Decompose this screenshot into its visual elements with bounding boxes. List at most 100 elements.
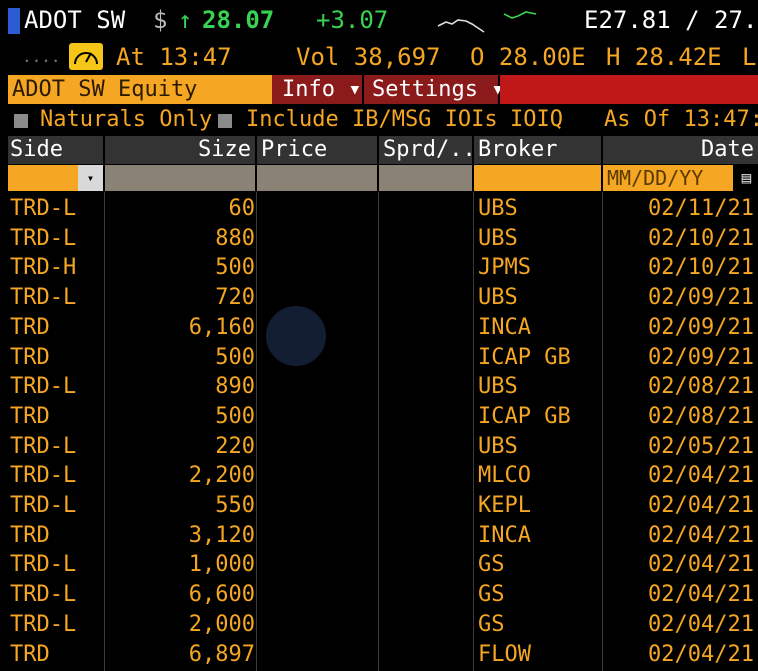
cell-side: TRD-L — [10, 611, 77, 637]
table-row[interactable]: TRD 500 ICAP GB 02/09/21 — [0, 343, 758, 373]
cell-size: 2,000 — [188, 611, 255, 637]
sprd-filter[interactable] — [379, 165, 472, 191]
currency-label: $ — [153, 6, 168, 34]
table-row[interactable]: TRD-L 2,200 MLCO 02/04/21 — [0, 461, 758, 491]
cell-size: 60 — [228, 196, 256, 221]
cell-side: TRD — [10, 344, 50, 370]
table-row[interactable]: TRD 6,160 INCA 02/09/21 — [0, 313, 758, 343]
as-of-label: As Of 13:47: — [604, 107, 758, 132]
cell-broker: GS — [478, 552, 505, 578]
cell-broker: GS — [478, 582, 505, 608]
ticker-bar: ADOT SW $ ↑ 28.07 +3.07 E27.81 / 27.99 — [0, 0, 758, 40]
table-row[interactable]: TRD-L 720 UBS 02/09/21 — [0, 283, 758, 313]
cell-broker: ICAP GB — [478, 403, 571, 429]
cell-date: 02/04/21 — [648, 641, 754, 667]
last-price: 28.07 — [202, 6, 275, 34]
size-filter[interactable] — [105, 165, 255, 191]
price-change: +3.07 — [316, 6, 389, 34]
gauge-icon[interactable] — [69, 43, 103, 70]
table-row[interactable]: TRD-H 500 JPMS 02/10/21 — [0, 253, 758, 283]
col-date[interactable]: Date — [603, 136, 758, 164]
cell-date: 02/09/21 — [648, 314, 754, 340]
cell-size: 890 — [215, 374, 255, 400]
cell-broker: UBS — [478, 196, 518, 221]
ticker-block-icon — [8, 8, 20, 34]
settings-menu-button[interactable]: Settings ▾ — [364, 75, 504, 104]
table-row[interactable]: TRD-L 60 UBS 02/11/21 — [0, 194, 758, 224]
table-header: Side Size Price Sprd/... Broker Date — [0, 136, 758, 164]
ticker-symbol[interactable]: ADOT SW — [24, 0, 125, 40]
security-field[interactable]: ADOT SW Equity — [8, 75, 272, 104]
cell-date: 02/05/21 — [648, 433, 754, 459]
cell-size: 3,120 — [188, 522, 255, 548]
include-checkbox[interactable] — [218, 114, 232, 128]
cell-size: 6,600 — [188, 582, 255, 608]
cell-size: 550 — [215, 493, 255, 518]
cell-side: TRD-L — [10, 463, 77, 489]
open-price: O 28.00E — [470, 43, 586, 71]
cell-size: 6,160 — [188, 314, 255, 340]
menu-bar-spacer — [500, 75, 758, 104]
cell-side: TRD-L — [10, 582, 77, 608]
cell-date: 02/09/21 — [648, 344, 754, 370]
table-row[interactable]: TRD-L 550 KEPL 02/04/21 — [0, 491, 758, 521]
table-row[interactable]: TRD-L 890 UBS 02/08/21 — [0, 372, 758, 402]
cell-broker: INCA — [478, 522, 531, 548]
cell-side: TRD-L — [10, 196, 77, 221]
cell-size: 500 — [215, 344, 255, 370]
cell-size: 2,200 — [188, 463, 255, 489]
cell-broker: UBS — [478, 285, 518, 311]
date-filter-input[interactable]: MM/DD/YY — [603, 165, 733, 191]
cell-broker: GS — [478, 611, 505, 637]
cell-broker: KEPL — [478, 493, 531, 518]
cell-size: 500 — [215, 403, 255, 429]
naturals-checkbox[interactable] — [14, 114, 28, 128]
cell-size: 720 — [215, 285, 255, 311]
table-row[interactable]: TRD-L 2,000 GS 02/04/21 — [0, 610, 758, 640]
cell-size: 880 — [215, 225, 255, 251]
cell-size: 220 — [215, 433, 255, 459]
cell-side: TRD — [10, 641, 50, 667]
sparkline-icon — [437, 11, 537, 33]
high-price: H 28.42E — [606, 43, 722, 71]
bid-ask: E27.81 / 27.99 — [584, 6, 758, 34]
cell-date: 02/04/21 — [648, 552, 754, 578]
include-label: Include IB/MSG IOIs — [246, 107, 498, 132]
cell-broker: UBS — [478, 225, 518, 251]
cell-date: 02/11/21 — [648, 196, 754, 221]
broker-filter-input[interactable] — [474, 165, 601, 191]
col-broker[interactable]: Broker — [474, 136, 601, 164]
table-row[interactable]: TRD-L 220 UBS 02/05/21 — [0, 432, 758, 462]
cell-side: TRD — [10, 522, 50, 548]
cell-broker: JPMS — [478, 255, 531, 281]
col-side[interactable]: Side — [8, 136, 103, 164]
cell-date: 02/08/21 — [648, 374, 754, 400]
cell-side: TRD-L — [10, 552, 77, 578]
col-sprd[interactable]: Sprd/... — [379, 136, 489, 164]
at-time: At 13:47 — [116, 43, 232, 71]
cell-side: TRD-L — [10, 433, 77, 459]
calendar-icon[interactable]: ▤ — [735, 165, 758, 191]
col-size[interactable]: Size — [105, 136, 255, 164]
cell-broker: ICAP GB — [478, 344, 571, 370]
cell-date: 02/04/21 — [648, 522, 754, 548]
table-row[interactable]: TRD-L 880 UBS 02/10/21 — [0, 224, 758, 254]
info-menu-button[interactable]: Info ▾ — [272, 75, 362, 104]
side-filter-input[interactable] — [8, 165, 78, 191]
cell-side: TRD — [10, 314, 50, 340]
table-row[interactable]: TRD-L 1,000 GS 02/04/21 — [0, 550, 758, 580]
ioiq-button[interactable]: IOIQ — [510, 105, 563, 135]
table-row[interactable]: TRD 6,897 FLOW 02/04/21 — [0, 640, 758, 670]
table-row[interactable]: TRD 3,120 INCA 02/04/21 — [0, 521, 758, 551]
side-filter-dropdown-icon[interactable]: ▾ — [78, 165, 103, 191]
cell-date: 02/04/21 — [648, 611, 754, 637]
cell-broker: MLCO — [478, 463, 531, 489]
price-filter[interactable] — [257, 165, 377, 191]
cell-date: 02/08/21 — [648, 403, 754, 429]
menu-bar: ADOT SW Equity Info ▾ Settings ▾ — [0, 75, 758, 104]
cell-side: TRD-L — [10, 225, 77, 251]
table-row[interactable]: TRD 500 ICAP GB 02/08/21 — [0, 402, 758, 432]
table-row[interactable]: TRD-L 6,600 GS 02/04/21 — [0, 580, 758, 610]
cell-side: TRD — [10, 403, 50, 429]
col-price[interactable]: Price — [257, 136, 377, 164]
